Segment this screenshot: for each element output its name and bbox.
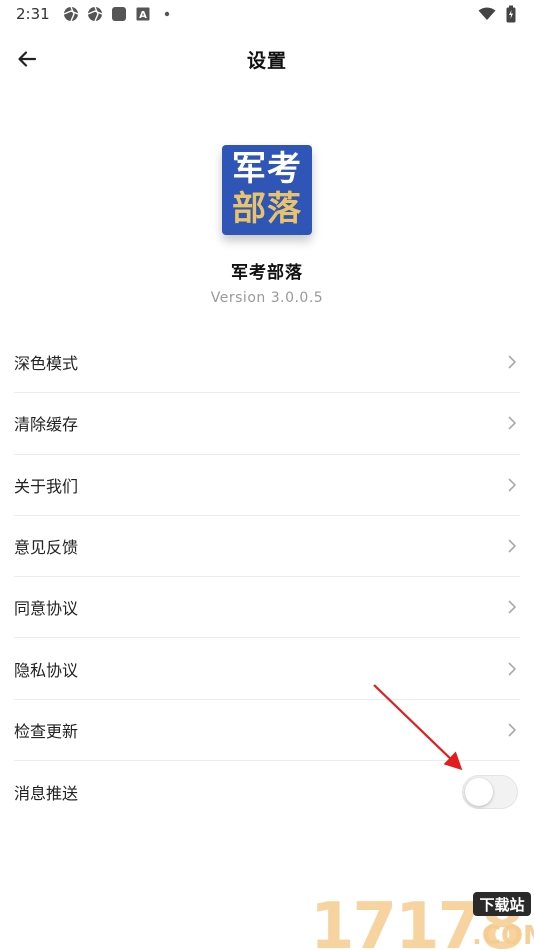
settings-item-label: 检查更新 [14, 721, 79, 741]
app-logo: 军考 部落 [222, 145, 312, 235]
chevron-right-icon [504, 354, 520, 370]
settings-item-label: 清除缓存 [14, 415, 79, 435]
settings-item-check-update[interactable]: 检查更新 [14, 700, 520, 762]
font-a-icon: A [134, 5, 152, 23]
settings-item-label: 同意协议 [14, 599, 79, 619]
chevron-right-icon [504, 722, 520, 738]
chevron-right-icon [504, 415, 520, 431]
logo-text-top: 军考 [232, 149, 302, 189]
status-bar: 2:31 A [0, 0, 534, 28]
square-app-icon [110, 5, 128, 23]
watermark-badge: 下载站 [479, 896, 524, 914]
app-version: Version 3.0.0.5 [210, 290, 324, 306]
battery-icon [502, 5, 520, 23]
watermark-logo: 17178 下载站 .COM [310, 888, 534, 950]
svg-text:A: A [139, 10, 147, 21]
aperture-icon [86, 5, 104, 23]
settings-item-push-notifications: 消息推送 [14, 761, 520, 822]
settings-item-label: 深色模式 [14, 354, 79, 374]
page-title: 设置 [246, 49, 287, 72]
settings-item-dark-mode[interactable]: 深色模式 [14, 332, 520, 394]
settings-list: 深色模式 清除缓存 关于我们 意见反馈 同意协议 隐私协议 检查更新 消息推送 [0, 332, 534, 822]
watermark-domain: .COM [472, 921, 534, 950]
app-bar: 设置 [0, 36, 534, 82]
push-toggle[interactable] [462, 774, 518, 809]
settings-item-feedback[interactable]: 意见反馈 [14, 516, 520, 578]
back-button[interactable] [12, 44, 42, 74]
settings-item-label: 关于我们 [14, 476, 79, 496]
settings-item-label: 意见反馈 [14, 538, 79, 558]
settings-item-about-us[interactable]: 关于我们 [14, 455, 520, 516]
settings-item-label: 消息推送 [14, 783, 79, 803]
status-time: 2:31 [16, 5, 50, 23]
chevron-right-icon [504, 599, 520, 615]
settings-item-user-agreement[interactable]: 同意协议 [14, 577, 520, 639]
aperture-icon [62, 5, 80, 23]
app-name: 军考部落 [231, 263, 303, 283]
arrow-left-icon [18, 51, 37, 67]
settings-item-privacy-policy[interactable]: 隐私协议 [14, 638, 520, 700]
status-left-icons: A [62, 5, 176, 23]
toggle-knob [465, 777, 493, 806]
settings-item-clear-cache[interactable]: 清除缓存 [14, 393, 520, 455]
chevron-right-icon [504, 661, 520, 677]
chevron-right-icon [504, 477, 520, 493]
chevron-right-icon [504, 538, 520, 554]
settings-item-label: 隐私协议 [14, 660, 79, 680]
status-right-icons [478, 5, 520, 23]
logo-text-bottom: 部落 [232, 189, 302, 229]
wifi-icon [478, 5, 496, 23]
dot-icon [158, 5, 176, 23]
